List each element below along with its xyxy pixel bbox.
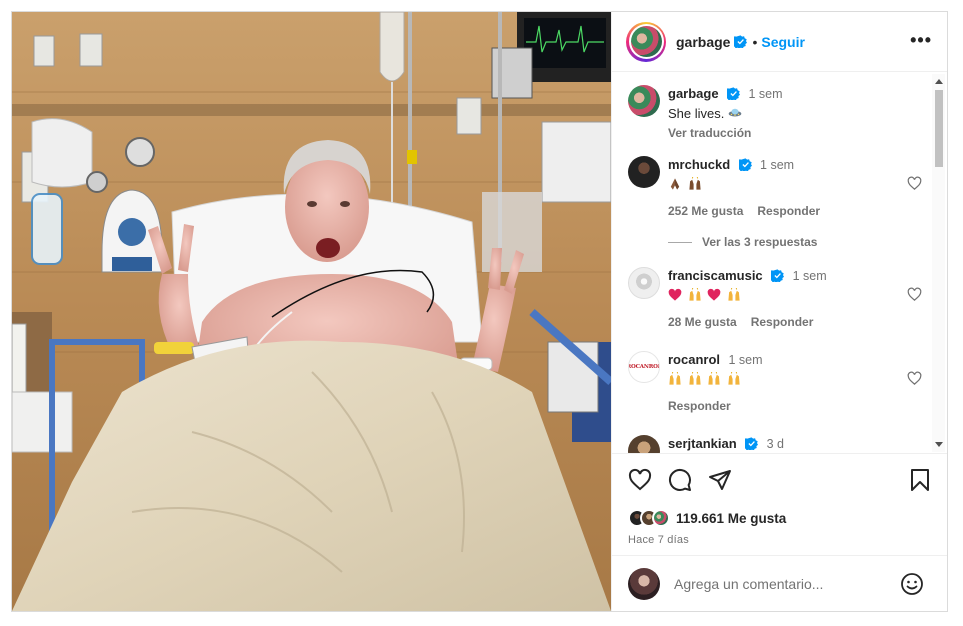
commenter-username[interactable]: mrchuckd [668, 157, 730, 172]
raising-hands-emoji-icon [669, 372, 681, 385]
caption-avatar[interactable] [628, 85, 660, 117]
comment-text [668, 372, 908, 387]
author-avatar[interactable] [630, 26, 662, 57]
replies-divider [668, 241, 692, 243]
commenter-username[interactable]: rocanrol [668, 352, 720, 367]
raising-hands-emoji-icon [689, 288, 701, 301]
post-panel: garbage • Seguir ••• garbage 1 sem She l… [611, 12, 947, 611]
heart-icon[interactable] [628, 468, 652, 492]
likes-count[interactable]: 119.661 Me gusta [676, 511, 786, 526]
comment-time[interactable]: 1 sem [793, 269, 827, 283]
comment-time[interactable]: 3 d [767, 437, 784, 451]
comment-text [668, 177, 908, 192]
current-user-avatar [628, 567, 660, 600]
comment-meta: 252 Me gusta Responder [668, 204, 908, 218]
post-image[interactable] [12, 12, 611, 611]
hospital-scene [12, 12, 611, 611]
red-heart-emoji-icon [668, 288, 682, 301]
raising-hands-emoji-icon [689, 177, 701, 190]
likes-summary[interactable]: 119.661 Me gusta [628, 509, 786, 527]
reply-button[interactable]: Responder [668, 399, 731, 413]
comment-meta: Responder [668, 399, 908, 413]
comments-scrollbar[interactable] [932, 74, 945, 452]
raising-hands-emoji-icon [728, 372, 740, 385]
heart-icon[interactable] [907, 371, 922, 386]
scroll-up-icon[interactable] [935, 79, 943, 84]
flying-saucer-emoji-icon [728, 108, 742, 117]
liker-avatar [652, 509, 670, 527]
comments-list[interactable]: garbage 1 sem She lives. Ver traducción … [612, 73, 947, 453]
comment-icon[interactable] [668, 468, 692, 492]
comment-composer [612, 555, 947, 611]
follow-button[interactable]: Seguir [761, 34, 805, 50]
verified-badge-icon [771, 269, 785, 282]
verified-badge-icon [745, 437, 759, 450]
post-time[interactable]: Hace 7 días [628, 534, 689, 546]
commenter-avatar[interactable]: ROCANROL [628, 351, 660, 383]
separator-dot: • [752, 33, 758, 50]
view-replies-button[interactable]: Ver las 3 respuestas [668, 235, 908, 249]
raising-hands-emoji-icon [728, 288, 740, 301]
emoji-icon[interactable] [900, 572, 924, 596]
comment-input[interactable] [674, 575, 884, 592]
comment-meta: 28 Me gusta Responder [668, 315, 908, 329]
author-username[interactable]: garbage [676, 34, 730, 50]
post-actions: 119.661 Me gusta Hace 7 días [612, 453, 947, 546]
verified-badge-icon [727, 87, 741, 100]
view-replies-label[interactable]: Ver las 3 respuestas [702, 235, 817, 249]
share-icon[interactable] [708, 468, 732, 492]
caption-time[interactable]: 1 sem [748, 87, 782, 101]
story-ring[interactable] [626, 21, 666, 62]
comment-time[interactable]: 1 sem [760, 158, 794, 172]
verified-badge-icon [734, 35, 748, 48]
comment-time[interactable]: 1 sem [728, 353, 762, 367]
raising-hands-emoji-icon [689, 372, 701, 385]
red-heart-emoji-icon [707, 288, 721, 301]
scrollbar-thumb[interactable] [935, 90, 943, 167]
post-header: garbage • Seguir ••• [612, 12, 947, 72]
comment-text [668, 288, 908, 303]
caption-username[interactable]: garbage [668, 86, 719, 101]
verified-badge-icon [738, 158, 752, 171]
folded-hands-emoji-icon [670, 178, 680, 190]
translate-link[interactable]: Ver traducción [668, 126, 908, 140]
caption-text: She lives. [668, 106, 908, 121]
post-dialog: garbage • Seguir ••• garbage 1 sem She l… [11, 11, 948, 612]
scroll-down-icon[interactable] [935, 442, 943, 447]
caption-text-value: She lives. [668, 106, 725, 121]
heart-icon[interactable] [907, 176, 922, 191]
raising-hands-emoji-icon [708, 372, 720, 385]
heart-icon[interactable] [907, 287, 922, 302]
reply-button[interactable]: Responder [757, 204, 820, 218]
comment-likes[interactable]: 252 Me gusta [668, 204, 743, 218]
commenter-avatar[interactable] [628, 156, 660, 188]
comment-likes[interactable]: 28 Me gusta [668, 315, 737, 329]
save-icon[interactable] [908, 468, 932, 492]
commenter-username[interactable]: serjtankian [668, 436, 737, 451]
reply-button[interactable]: Responder [751, 315, 814, 329]
commenter-username[interactable]: franciscamusic [668, 268, 763, 283]
more-icon[interactable]: ••• [910, 30, 932, 51]
commenter-avatar[interactable] [628, 435, 660, 453]
commenter-avatar[interactable] [628, 267, 660, 299]
